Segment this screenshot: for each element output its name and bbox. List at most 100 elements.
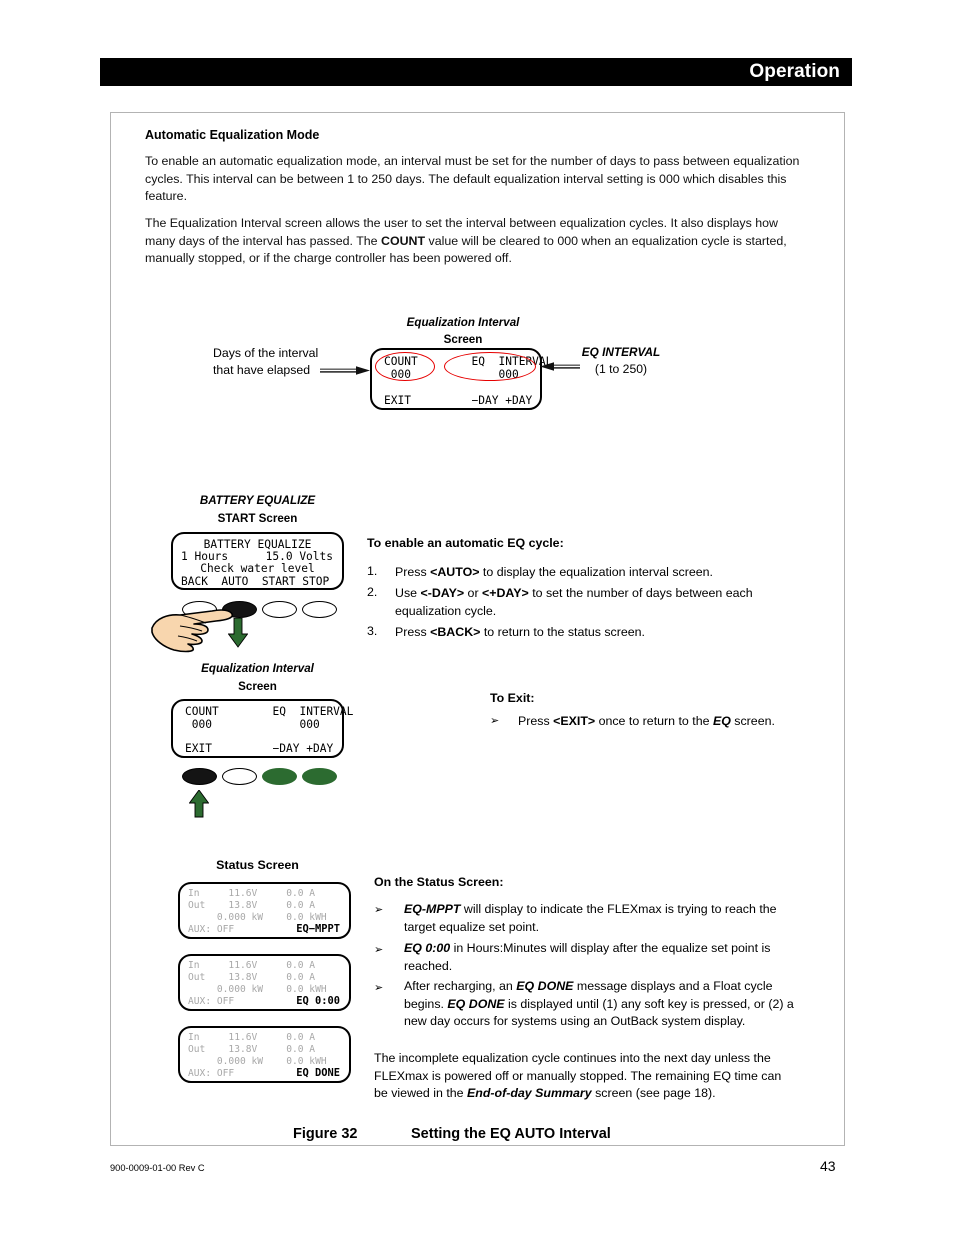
instr-1-text: Press <AUTO> to display the equalization… [395,564,795,582]
page-title: Operation [749,61,840,82]
para2-count-emph: COUNT [381,233,426,248]
annotation-eq-interval-title: EQ INTERVAL [581,345,661,359]
arrow-right-to-eq-interval-icon [540,362,580,371]
instr-3-pre: Press [395,625,431,639]
instructions-status-heading: On the Status Screen: [374,875,504,889]
status-item-1-text: will display to indicate the FLEXmax is … [404,902,777,934]
closing-post: screen (see page 18). [591,1086,716,1100]
exit-mid: once to return to the [595,714,713,728]
eq-interval-2-label-line2: Screen [238,680,277,693]
arrow-down-icon [228,618,248,648]
instr-2-text: Use <-DAY> or <+DAY> to set the number o… [395,585,785,620]
softkey-blank[interactable] [222,768,257,785]
status-closing-paragraph: The incomplete equalization cycle contin… [374,1050,786,1103]
lcd-status-eq-time: In 11.6V 0.0 A Out 13.8V 0.0 A 0.000 kW … [178,954,351,1011]
st1-row-4: AUX: OFF [188,924,235,935]
instr-2-pre: Use [395,586,421,600]
highlight-ellipse-count [375,352,435,381]
instr-3-text: Press <BACK> to return to the status scr… [395,624,795,642]
figure-caption: Setting the EQ AUTO Interval [411,1126,611,1142]
lcd2-row-4-softkeys: BACK AUTO START STOP [181,575,330,588]
lcd-row-3: EXIT −DAY +DAY [384,394,533,407]
st1-status-badge: EQ−MPPT [296,923,340,935]
status-screen-label: Status Screen [216,858,299,872]
exit-key: <EXIT> [553,714,596,728]
st3-row-1: In 11.6V 0.0 A [188,1032,316,1043]
status-bullet-3-icon: ➢ [374,982,384,994]
st1-row-3: 0.000 kW 0.0 kWH [188,912,327,923]
instructions-enable-heading: To enable an automatic EQ cycle: [367,536,564,550]
closing-emph: End-of-day Summary [467,1086,592,1100]
instr-2-mid: or [464,586,483,600]
status-item-2-text: in Hours:Minutes will display after the … [404,941,771,973]
instr-2-number: 2. [367,585,378,599]
instructions-exit-text: Press <EXIT> once to return to the EQ sc… [518,713,818,731]
eq-interval-screen-label-line1: Equalization Interval [406,316,520,329]
arrow-left-to-count-icon [320,366,370,375]
header-bar: Operation [100,58,852,86]
status-item-2-emph: EQ 0:00 [404,941,451,955]
lcd-status-eq-mppt: In 11.6V 0.0 A Out 13.8V 0.0 A 0.000 kW … [178,882,351,939]
st3-row-3: 0.000 kW 0.0 kWH [188,1056,327,1067]
arrow-up-icon [189,790,209,818]
st2-row-2: Out 13.8V 0.0 A [188,972,316,983]
lcd3-row-1: COUNT EQ INTERVAL [185,705,354,718]
st2-row-4: AUX: OFF [188,996,235,1007]
st3-status-badge: EQ DONE [296,1067,340,1079]
status-item-3-pre: After recharging, an [404,979,517,993]
lcd-status-eq-done: In 11.6V 0.0 A Out 13.8V 0.0 A 0.000 kW … [178,1026,351,1083]
status-bullet-1-icon: ➢ [374,904,384,916]
instr-3-number: 3. [367,624,378,638]
instr-1-number: 1. [367,564,378,578]
highlight-ellipse-eq-interval [444,352,536,381]
softkey-3-start[interactable] [262,601,297,618]
st1-row-1: In 11.6V 0.0 A [188,888,316,899]
instr-1-post: to display the equalization interval scr… [479,565,713,579]
softkey-exit[interactable] [182,768,217,785]
softkey-plus-day[interactable] [302,768,337,785]
status-item-1-emph: EQ-MPPT [404,902,461,916]
lcd2-row-3: Check water level [200,562,315,575]
status-item-3-emph1: EQ DONE [516,979,574,993]
page: Operation Automatic Equalization Mode To… [0,0,954,1235]
st3-row-4: AUX: OFF [188,1068,235,1079]
section-heading: Automatic Equalization Mode [145,128,320,142]
lcd3-row-2: 000 000 [185,718,320,731]
st3-row-2: Out 13.8V 0.0 A [188,1044,316,1055]
instr-3-post: to return to the status screen. [480,625,645,639]
status-item-3-emph2: EQ DONE [447,996,505,1011]
exit-bullet-icon: ➢ [490,715,500,727]
st2-status-badge: EQ 0:00 [296,995,340,1007]
instructions-exit-heading: To Exit: [490,691,535,705]
st2-row-3: 0.000 kW 0.0 kWH [188,984,327,995]
status-bullet-2-icon: ➢ [374,944,384,956]
instr-1-pre: Press [395,565,431,579]
paragraph-1: To enable an automatic equalization mode… [145,154,800,203]
lcd3-row-3: EXIT −DAY +DAY [185,742,334,755]
st1-row-2: Out 13.8V 0.0 A [188,900,316,911]
status-item-1: EQ-MPPT will display to indicate the FLE… [404,901,804,936]
footer-page-number: 43 [820,1158,836,1174]
eq-interval-2-label-line1: Equalization Interval [201,662,314,675]
lcd-equalization-interval-lower: COUNT EQ INTERVAL 000 000 EXIT −DAY +DAY [171,699,353,758]
battery-equalize-label-line1: BATTERY EQUALIZE [199,494,316,507]
footer-doc-id: 900-0009-01-00 Rev C [110,1163,205,1173]
st2-row-1: In 11.6V 0.0 A [188,960,316,971]
figure-number: Figure 32 [293,1126,358,1142]
lcd-battery-equalize-start: BATTERY EQUALIZE 1 Hours 15.0 Volts Chec… [171,532,344,590]
battery-equalize-label-line2: START Screen [217,512,298,525]
eq-interval-screen-label-line2: Screen [443,333,483,346]
exit-post: screen. [730,714,775,728]
instr-1-key-auto: <AUTO> [430,565,480,579]
annotation-eq-interval-range: (1 to 250) [594,362,648,376]
paragraph-2: The Equalization Interval screen allows … [145,215,807,268]
exit-pre: Press [518,714,554,728]
status-item-3: After recharging, an EQ DONE message dis… [404,978,804,1031]
softkey-4-stop[interactable] [302,601,337,618]
status-item-2: EQ 0:00 in Hours:Minutes will display af… [404,940,809,975]
softkey-minus-day[interactable] [262,768,297,785]
instr-3-key-back: <BACK> [430,625,481,639]
instr-2-key-plus-day: <+DAY> [482,586,529,600]
instr-2-key-minus-day: <-DAY> [420,586,465,600]
exit-emph-eq: EQ [712,714,731,728]
